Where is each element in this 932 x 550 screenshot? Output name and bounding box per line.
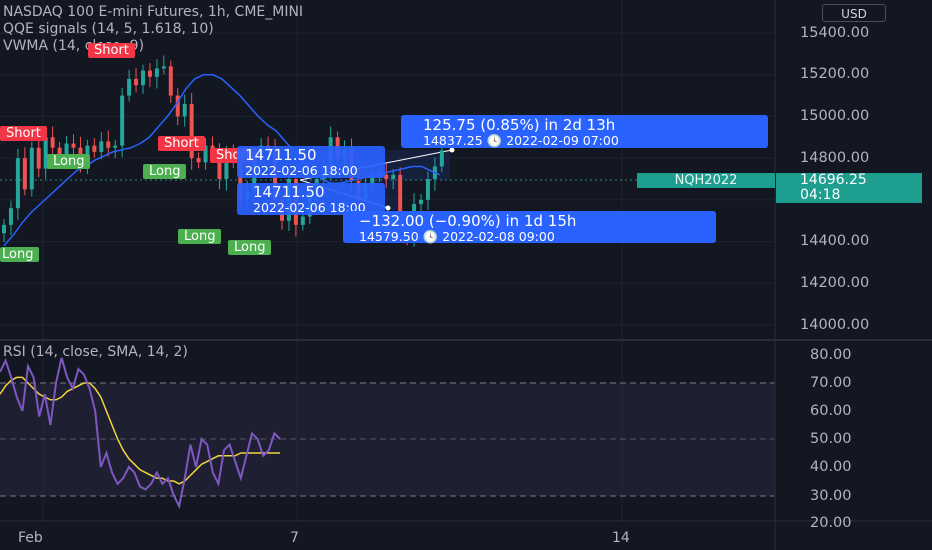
price-tick: 14400.00 [800,233,870,249]
long-signal: Long [143,164,187,179]
rsi-tick: 40.00 [810,459,852,475]
measure-down-target: 14579.50 🕓 2022-02-08 09:00 [359,229,555,244]
candle [29,141,34,197]
rsi-tick: 70.00 [810,375,852,391]
currency-button[interactable]: USD [822,4,886,22]
measure-up-target: 14837.25 🕓 2022-02-09 07:00 [423,133,619,148]
rsi-tick: 60.00 [810,403,852,419]
rsi-tick: 50.00 [810,431,852,447]
indicator-qqe-label[interactable]: QQE signals (14, 5, 1.618, 10) [3,21,214,37]
short-signal: Short [0,126,47,141]
price-tick: 14000.00 [800,317,870,333]
last-price-tag[interactable]: 14696.25 04:18 [776,173,922,203]
measure-label-up[interactable]: 125.75 (0.85%) in 2d 13h 14837.25 🕓 2022… [401,115,768,148]
time-label: 14 [612,530,630,546]
long-signal: Long [47,154,91,169]
measure-up-change: 125.75 (0.85%) in 2d 13h [423,116,616,134]
chart-canvas[interactable] [0,0,932,550]
long-signal: Long [0,247,40,262]
price-tick: 15200.00 [800,66,870,82]
symbol-tag[interactable]: NQH2022 [637,173,775,188]
last-price-value: 14696.25 [800,172,867,188]
anchor-label-top[interactable]: 14711.50 2022-02-06 18:00 [237,146,385,178]
time-label: 7 [290,530,299,546]
rsi-tick: 30.00 [810,488,852,504]
chart-title[interactable]: NASDAQ 100 E-mini Futures, 1h, CME_MINI [3,4,303,20]
measure-label-down[interactable]: −132.00 (−0.90%) in 1d 15h 14579.50 🕓 20… [343,211,716,243]
rsi-tick: 80.00 [810,347,852,363]
rsi-tick: 20.00 [810,515,852,531]
price-tick: 14200.00 [800,275,870,291]
long-signal: Long [178,229,222,244]
short-signal: Short [88,43,135,58]
anchor-bottom-price: 14711.50 [253,183,325,201]
time-label: Feb [18,530,43,546]
price-tick: 15400.00 [800,25,870,41]
bar-countdown: 04:18 [800,187,841,203]
price-tick: 15000.00 [800,108,870,124]
rsi-legend[interactable]: RSI (14, close, SMA, 14, 2) [3,344,188,360]
long-signal: Long [228,240,272,255]
measure-down-change: −132.00 (−0.90%) in 1d 15h [359,212,577,230]
price-tick: 14800.00 [800,150,870,166]
anchor-top-time: 2022-02-06 18:00 [245,163,358,178]
anchor-top-price: 14711.50 [245,146,317,164]
short-signal: Short [158,136,205,151]
